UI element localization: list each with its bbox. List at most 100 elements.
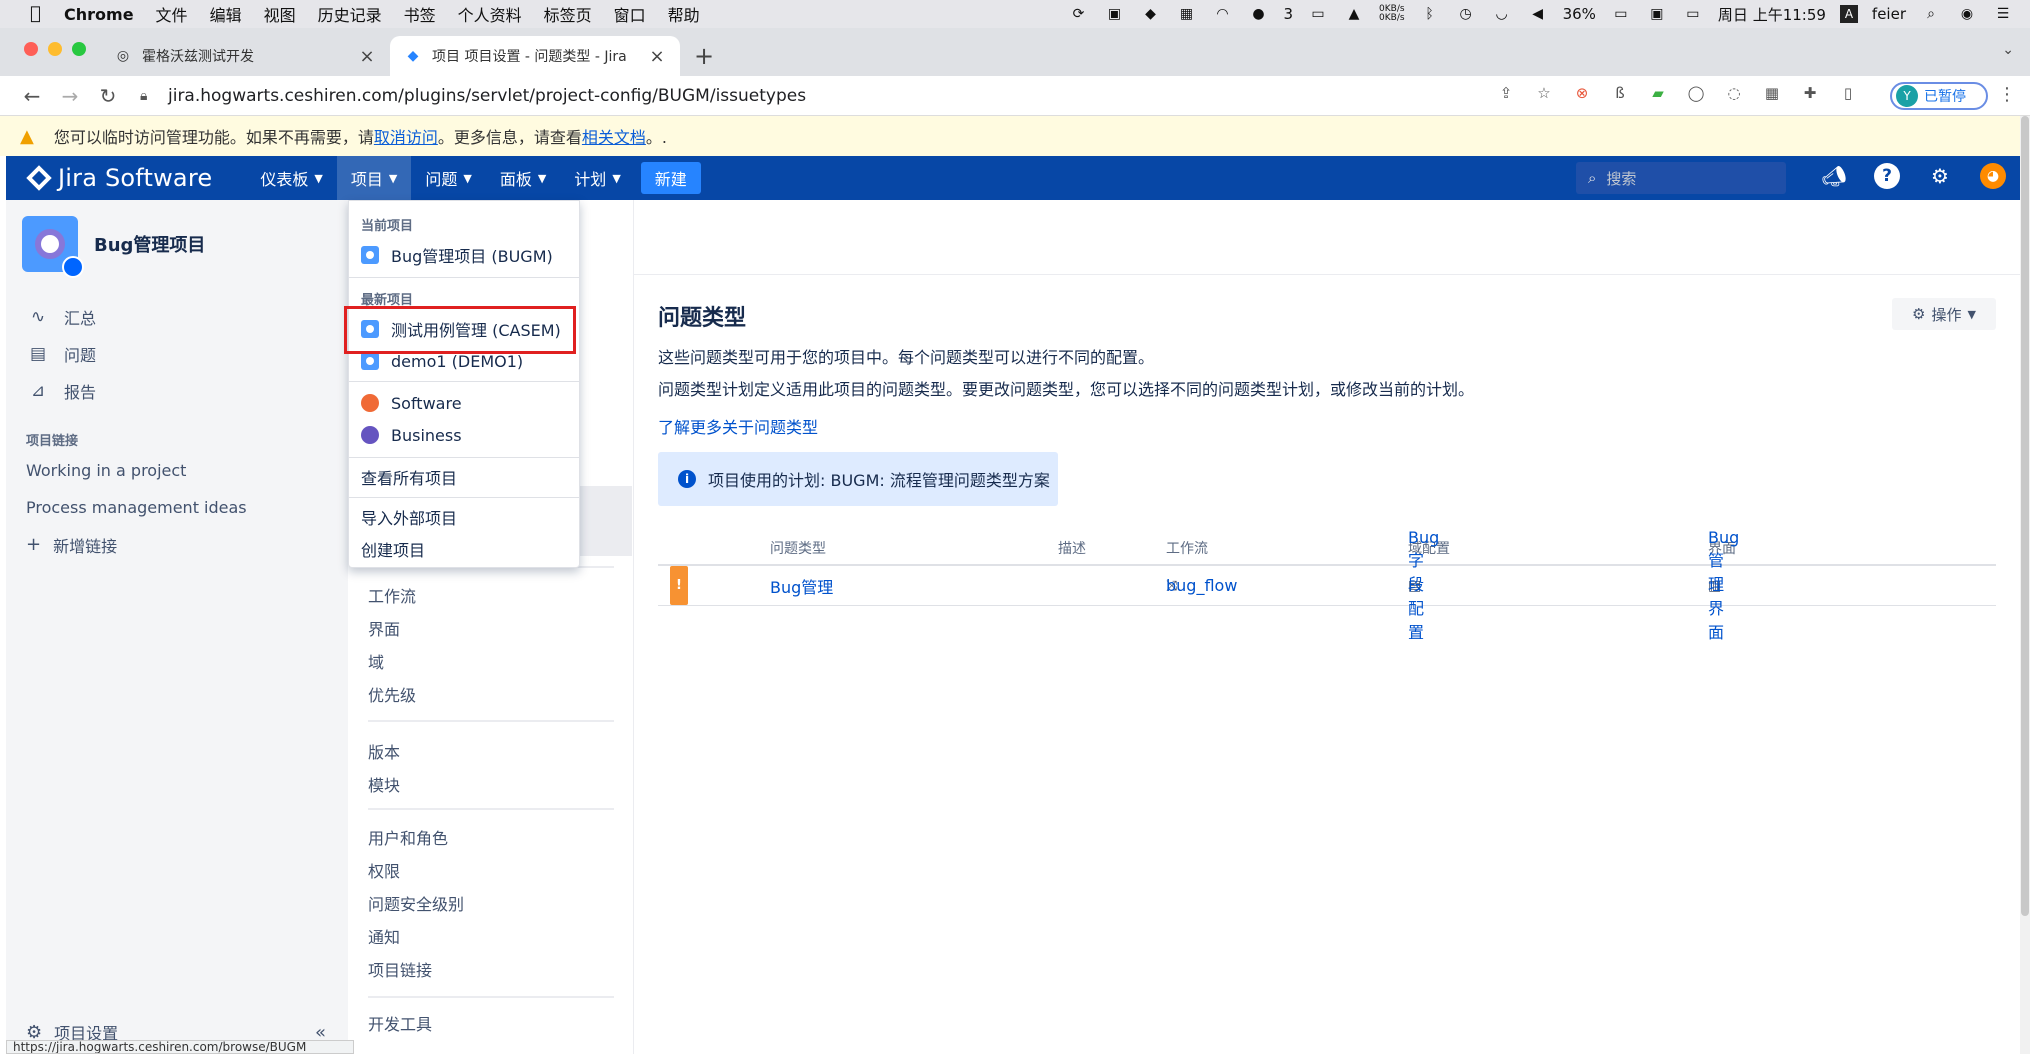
lock-icon[interactable]: 🔒︎	[140, 88, 156, 104]
menu-view[interactable]: 视图	[264, 2, 296, 26]
wechat-icon[interactable]: ●	[1248, 5, 1270, 23]
extensions-puzzle-icon[interactable]: ✚	[1800, 83, 1820, 103]
tab-search-chevron-icon[interactable]: ⌄	[2002, 42, 2014, 58]
gear-icon[interactable]: ⚙	[1926, 162, 1954, 190]
cancel-access-link[interactable]: 取消访问	[374, 124, 438, 148]
nav-boards[interactable]: 面板 ▼	[486, 156, 560, 200]
sidebar-item-summary[interactable]: ∿ 汇总	[26, 298, 96, 335]
notes-icon[interactable]: ◆	[1140, 5, 1162, 23]
menu-window[interactable]: 窗口	[614, 2, 646, 26]
jira-logo[interactable]: Jira Software	[26, 164, 212, 192]
share-icon[interactable]: ⇪	[1496, 83, 1516, 103]
time-machine-icon[interactable]: ◷	[1455, 5, 1477, 23]
project-header[interactable]: Bug管理项目	[22, 216, 205, 278]
extension-green-icon[interactable]: ▰	[1648, 83, 1668, 103]
nav-plans[interactable]: 计划 ▼	[560, 156, 634, 200]
menu-history[interactable]: 历史记录	[318, 2, 382, 26]
settings-item-screens[interactable]: 界面	[368, 611, 416, 644]
actions-button[interactable]: ⚙ 操作 ▼	[1892, 298, 1996, 330]
dropdown-item-business[interactable]: Business	[361, 421, 462, 449]
project-link-item[interactable]: Working in a project	[26, 452, 247, 489]
nav-projects[interactable]: 项目 ▼	[336, 156, 412, 200]
menu-tabs[interactable]: 标签页	[544, 2, 592, 26]
battery-icon[interactable]: ▭	[1610, 5, 1632, 23]
menu-help[interactable]: 帮助	[668, 2, 700, 26]
settings-item-permissions[interactable]: 权限	[368, 853, 464, 886]
menu-file[interactable]: 文件	[156, 2, 188, 26]
input-method-icon[interactable]: A	[1839, 5, 1858, 23]
bluetooth-icon[interactable]: ᛒ	[1419, 5, 1441, 23]
settings-item-users-roles[interactable]: 用户和角色	[368, 820, 464, 853]
menu-bookmarks[interactable]: 书签	[404, 2, 436, 26]
extension-circle-icon[interactable]: ◯	[1686, 83, 1706, 103]
bookmark-star-icon[interactable]: ☆	[1534, 83, 1554, 103]
clock[interactable]: 周日 上午11:59	[1718, 4, 1826, 25]
close-tab-icon[interactable]: ×	[358, 46, 376, 67]
headphones-icon[interactable]: ◠	[1212, 5, 1234, 23]
issue-type-link[interactable]: Bug管理	[770, 566, 833, 605]
control-center-icon[interactable]: ☰	[1992, 5, 2014, 23]
user-avatar[interactable]: ◕	[1980, 163, 2006, 189]
megaphone-icon[interactable]: 📣︎	[1820, 162, 1848, 190]
menu-edit[interactable]: 编辑	[210, 2, 242, 26]
settings-item-dev-tools[interactable]: 开发工具	[368, 1006, 432, 1039]
back-arrow-icon[interactable]: ←	[20, 84, 44, 108]
chrome-menu-icon[interactable]: ⋮	[1998, 84, 2016, 105]
grid-icon[interactable]: ▦	[1176, 5, 1198, 23]
airplay-icon[interactable]: ▭	[1682, 5, 1704, 23]
menu-chrome[interactable]: Chrome	[64, 5, 134, 24]
scrollbar-thumb[interactable]	[2021, 116, 2029, 916]
new-tab-button[interactable]: +	[694, 42, 714, 70]
profile-button[interactable]: Y 已暂停	[1890, 82, 1988, 110]
page-scrollbar[interactable]	[2020, 116, 2030, 1054]
settings-item-versions[interactable]: 版本	[368, 734, 400, 767]
menu-profile[interactable]: 个人资料	[458, 2, 522, 26]
tab-hogwarts[interactable]: ◎ 霍格沃兹测试开发 ×	[100, 36, 390, 76]
siri-icon[interactable]: ◉	[1956, 5, 1978, 23]
settings-item-notifications[interactable]: 通知	[368, 919, 464, 952]
nav-issues[interactable]: 问题 ▼	[411, 156, 485, 200]
learn-more-link[interactable]: 了解更多关于问题类型	[658, 414, 818, 438]
w-app-icon[interactable]: ▣	[1104, 5, 1126, 23]
cat-icon[interactable]: ▲	[1343, 5, 1365, 23]
tab-jira[interactable]: ◆ 项目 项目设置 - 问题类型 - Jira ×	[390, 36, 680, 76]
dropdown-item-bugm[interactable]: Bug管理项目 (BUGM)	[361, 241, 553, 269]
jira-search-input[interactable]: ⌕ 搜索	[1576, 162, 1786, 194]
settings-item-priorities[interactable]: 优先级	[368, 677, 416, 710]
close-tab-icon[interactable]: ×	[648, 46, 666, 67]
import-projects-link[interactable]: 导入外部项目	[361, 503, 457, 531]
user-name[interactable]: feier	[1872, 5, 1906, 23]
photos-icon[interactable]: ▣	[1646, 5, 1668, 23]
create-button[interactable]: 新建	[640, 162, 701, 194]
settings-item-workflows[interactable]: 工作流	[368, 578, 416, 611]
minimize-window-button[interactable]	[48, 42, 62, 56]
settings-item-project-links[interactable]: 项目链接	[368, 952, 464, 985]
extension-qr-icon[interactable]: ▦	[1762, 83, 1782, 103]
wifi-icon[interactable]: ◡	[1491, 5, 1513, 23]
add-link-button[interactable]: + 新增链接	[26, 526, 247, 563]
help-icon[interactable]: ?	[1874, 163, 1900, 189]
sidebar-item-issues[interactable]: ▤ 问题	[26, 335, 96, 372]
project-link-item[interactable]: Process management ideas	[26, 489, 247, 526]
dropdown-item-software[interactable]: Software	[361, 389, 462, 417]
view-all-projects-link[interactable]: 查看所有项目	[361, 463, 457, 491]
sync-icon[interactable]: ⟳	[1068, 5, 1090, 23]
sidebar-item-reports[interactable]: ⊿ 报告	[26, 372, 96, 409]
settings-item-fields[interactable]: 域	[368, 644, 416, 677]
zoom-window-button[interactable]	[72, 42, 86, 56]
extension-red-icon[interactable]: ⊗	[1572, 83, 1592, 103]
nav-dashboards[interactable]: 仪表板 ▼	[246, 156, 336, 200]
volume-icon[interactable]: ◀	[1527, 5, 1549, 23]
reload-icon[interactable]: ↻	[96, 84, 120, 108]
side-panel-icon[interactable]: ▯	[1838, 83, 1858, 103]
create-project-link[interactable]: 创建项目	[361, 535, 425, 563]
extension-b-icon[interactable]: ß	[1610, 83, 1630, 103]
forward-arrow-icon[interactable]: →	[58, 84, 82, 108]
settings-item-components[interactable]: 模块	[368, 767, 400, 800]
docker-icon[interactable]: ▭	[1307, 5, 1329, 23]
docs-link[interactable]: 相关文档	[582, 124, 646, 148]
settings-item-issue-security[interactable]: 问题安全级别	[368, 886, 464, 919]
extension-dots-icon[interactable]: ◌	[1724, 83, 1744, 103]
apple-icon[interactable]: 	[30, 4, 50, 24]
close-window-button[interactable]	[24, 42, 38, 56]
